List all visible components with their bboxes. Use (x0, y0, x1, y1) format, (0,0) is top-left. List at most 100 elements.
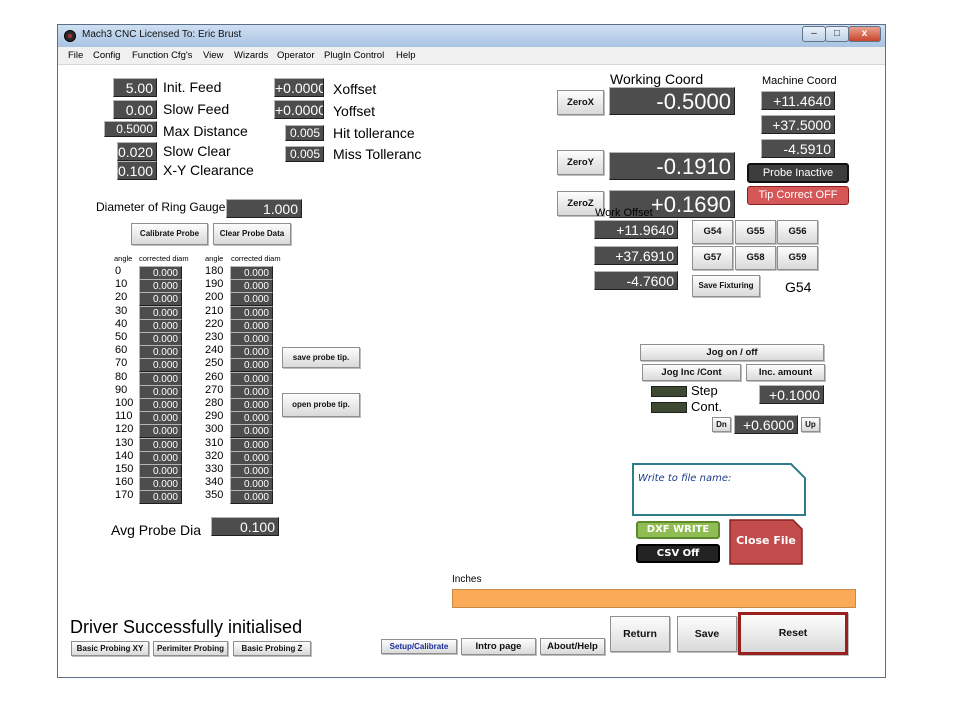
g55-button[interactable]: G55 (735, 220, 776, 244)
max-distance-dro[interactable]: 0.5000 (104, 121, 157, 137)
menu-config[interactable]: Config (93, 50, 120, 61)
close-file-button[interactable]: Close File (733, 534, 799, 547)
tab-basic-probing-xy[interactable]: Basic Probing XY (71, 641, 149, 656)
ring-gauge-label: Diameter of Ring Gauge (96, 200, 226, 214)
corrected-diam-dro[interactable]: 0.000 (139, 345, 182, 360)
open-probe-tip-button[interactable]: open probe tip. (282, 393, 360, 417)
corrected-diam-dro[interactable]: 0.000 (230, 398, 273, 412)
jog-rate-up-button[interactable]: Up (801, 417, 820, 432)
hit-tolerance-dro[interactable]: 0.005 (285, 125, 324, 141)
working-y-dro[interactable]: -0.1910 (609, 152, 735, 180)
angle-label: 350 (205, 489, 224, 502)
csv-off-button[interactable]: CSV Off (636, 544, 720, 563)
zero-y-button[interactable]: ZeroY (557, 150, 604, 175)
menu-wizards[interactable]: Wizards (234, 50, 268, 61)
jog-on-off-button[interactable]: Jog on / off (640, 344, 824, 361)
corrected-diam-dro[interactable]: 0.000 (230, 266, 273, 280)
corrected-diam-dro[interactable]: 0.000 (139, 398, 182, 412)
corrected-diam-dro[interactable]: 0.000 (230, 292, 273, 307)
reset-button[interactable]: Reset (738, 612, 848, 655)
slow-clear-label: Slow Clear (163, 143, 231, 159)
ring-gauge-dro[interactable]: 1.000 (226, 199, 302, 218)
g54-button[interactable]: G54 (692, 220, 733, 244)
menu-help[interactable]: Help (396, 50, 416, 61)
avg-probe-dia-label: Avg Probe Dia (111, 522, 202, 538)
menu-file[interactable]: File (68, 50, 83, 61)
menu-plugin-control[interactable]: PlugIn Control (324, 50, 384, 61)
corrected-diam-dro[interactable]: 0.000 (139, 279, 182, 294)
corrected-diam-dro[interactable]: 0.000 (139, 318, 182, 333)
corrected-diam-dro[interactable]: 0.000 (139, 424, 182, 439)
tab-intro-page[interactable]: Intro page (461, 638, 536, 655)
corrected-diam-dro[interactable]: 0.000 (139, 371, 182, 386)
corrected-diam-dro[interactable]: 0.000 (230, 411, 273, 426)
g59-button[interactable]: G59 (777, 246, 818, 270)
corrected-diam-dro[interactable]: 0.000 (230, 305, 273, 320)
corrected-diam-dro[interactable]: 0.000 (139, 411, 182, 426)
corrected-diam-dro[interactable]: 0.000 (230, 279, 273, 294)
corrected-diam-dro[interactable]: 0.000 (230, 464, 273, 478)
return-button[interactable]: Return (610, 616, 670, 652)
corrected-diam-dro[interactable]: 0.000 (139, 450, 182, 465)
xy-clearance-label: X-Y Clearance (163, 162, 254, 178)
corrected-diam-dro[interactable]: 0.000 (139, 358, 182, 373)
jog-rate-dro[interactable]: +0.6000 (734, 415, 798, 434)
corrected-diam-dro[interactable]: 0.000 (230, 332, 273, 346)
tab-setup-calibrate[interactable]: Setup/Calibrate (381, 639, 457, 654)
corrected-diam-dro[interactable]: 0.000 (139, 332, 182, 346)
hit-tolerance-label: Hit tollerance (333, 125, 415, 141)
xy-clearance-dro[interactable]: 0.100 (117, 161, 157, 180)
save-probe-tip-button[interactable]: save probe tip. (282, 347, 360, 368)
slow-feed-dro[interactable]: 0.00 (113, 100, 157, 119)
close-button[interactable]: x (848, 26, 881, 42)
corrected-diam-dro[interactable]: 0.000 (230, 450, 273, 465)
corrected-diam-dro[interactable]: 0.000 (139, 437, 182, 452)
g57-button[interactable]: G57 (692, 246, 733, 270)
corrected-diam-dro[interactable]: 0.000 (230, 490, 273, 505)
init-feed-dro[interactable]: 5.00 (113, 78, 157, 97)
corrected-diam-dro[interactable]: 0.000 (139, 266, 182, 280)
menu-view[interactable]: View (203, 50, 223, 61)
save-button[interactable]: Save (677, 616, 737, 652)
menu-function-cfgs[interactable]: Function Cfg's (132, 50, 192, 61)
corrected-diam-dro[interactable]: 0.000 (230, 371, 273, 386)
g56-button[interactable]: G56 (777, 220, 818, 244)
corrected-diam-dro[interactable]: 0.000 (230, 437, 273, 452)
g58-button[interactable]: G58 (735, 246, 776, 270)
corrected-diam-dro[interactable]: 0.000 (230, 318, 273, 333)
dxf-write-button[interactable]: DXF WRITE (636, 521, 720, 539)
avg-probe-dia-dro[interactable]: 0.100 (211, 517, 279, 536)
miss-tolerance-dro[interactable]: 0.005 (285, 146, 324, 162)
corrected-diam-dro[interactable]: 0.000 (139, 490, 182, 505)
corrected-diam-dro[interactable]: 0.000 (230, 384, 273, 399)
inc-amount-dro[interactable]: +0.1000 (759, 385, 824, 404)
menu-operator[interactable]: Operator (277, 50, 315, 61)
working-x-dro[interactable]: -0.5000 (609, 87, 735, 115)
corrected-diam-dro[interactable]: 0.000 (139, 305, 182, 320)
tab-about-help[interactable]: About/Help (540, 638, 605, 655)
corrected-diam-dro[interactable]: 0.000 (139, 464, 182, 478)
tip-correct-toggle[interactable]: Tip Correct OFF (747, 186, 849, 205)
corrected-diam-dro[interactable]: 0.000 (230, 345, 273, 360)
zero-x-button[interactable]: ZeroX (557, 90, 604, 115)
yoffset-dro[interactable]: +0.0000 (274, 100, 324, 119)
slow-clear-dro[interactable]: 0.020 (117, 142, 157, 161)
jog-inc-cont-button[interactable]: Jog Inc /Cont (642, 364, 741, 381)
jog-rate-down-button[interactable]: Dn (712, 417, 731, 432)
file-name-frame[interactable] (631, 462, 807, 517)
clear-probe-data-button[interactable]: Clear Probe Data (213, 223, 291, 245)
corrected-diam-dro[interactable]: 0.000 (139, 292, 182, 307)
corrected-diam-dro[interactable]: 0.000 (230, 358, 273, 373)
xoffset-dro[interactable]: +0.0000 (274, 78, 324, 97)
corrected-diam-dro[interactable]: 0.000 (139, 477, 182, 492)
tab-basic-probing-z[interactable]: Basic Probing Z (233, 641, 311, 656)
calibrate-probe-button[interactable]: Calibrate Probe (131, 223, 208, 245)
inc-amount-button[interactable]: Inc. amount (746, 364, 825, 381)
corrected-diam-dro[interactable]: 0.000 (230, 424, 273, 439)
corrected-diam-dro[interactable]: 0.000 (139, 384, 182, 399)
minimize-button[interactable]: – (802, 26, 826, 42)
save-fixturing-button[interactable]: Save Fixturing (692, 275, 760, 297)
corrected-diam-dro[interactable]: 0.000 (230, 477, 273, 492)
tab-perimeter-probing[interactable]: Perimiter Probing (153, 641, 228, 656)
maximize-button[interactable]: □ (825, 26, 849, 42)
